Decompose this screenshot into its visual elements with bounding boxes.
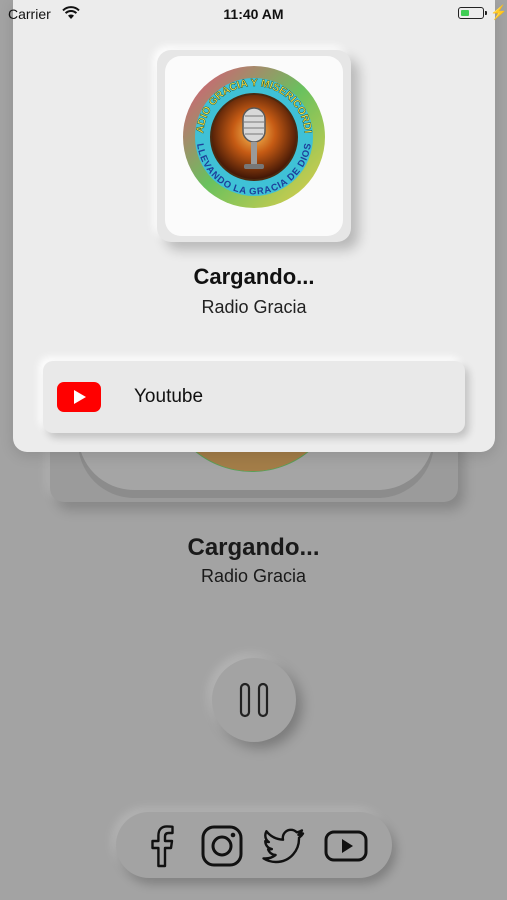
youtube-option-label: Youtube	[134, 386, 204, 407]
youtube-option[interactable]: Youtube	[43, 361, 465, 433]
instagram-icon[interactable]	[200, 824, 244, 868]
sheet-title: Cargando...	[193, 264, 315, 289]
options-sheet: RADIO GRACIA Y MISERICORDIA LLEVANDO LA …	[13, 0, 495, 452]
facebook-icon[interactable]	[140, 824, 184, 868]
pause-icon	[239, 682, 269, 718]
player-title: Cargando...	[187, 534, 320, 561]
player-subtitle: Radio Gracia	[200, 566, 307, 586]
battery-icon	[458, 7, 487, 19]
youtube-icon	[57, 382, 101, 412]
twitter-icon[interactable]	[262, 824, 306, 868]
status-bar: Carrier 11:40 AM ⚡	[0, 0, 507, 28]
charging-bolt-icon: ⚡	[490, 4, 507, 20]
sheet-subtitle: Radio Gracia	[201, 297, 307, 317]
youtube-icon[interactable]	[324, 824, 368, 868]
status-time: 11:40 AM	[223, 6, 284, 22]
social-bar	[116, 812, 392, 878]
pause-button[interactable]	[212, 658, 296, 742]
station-logo: RADIO GRACIA Y MISERICORDIA LLEVANDO LA …	[181, 64, 325, 208]
